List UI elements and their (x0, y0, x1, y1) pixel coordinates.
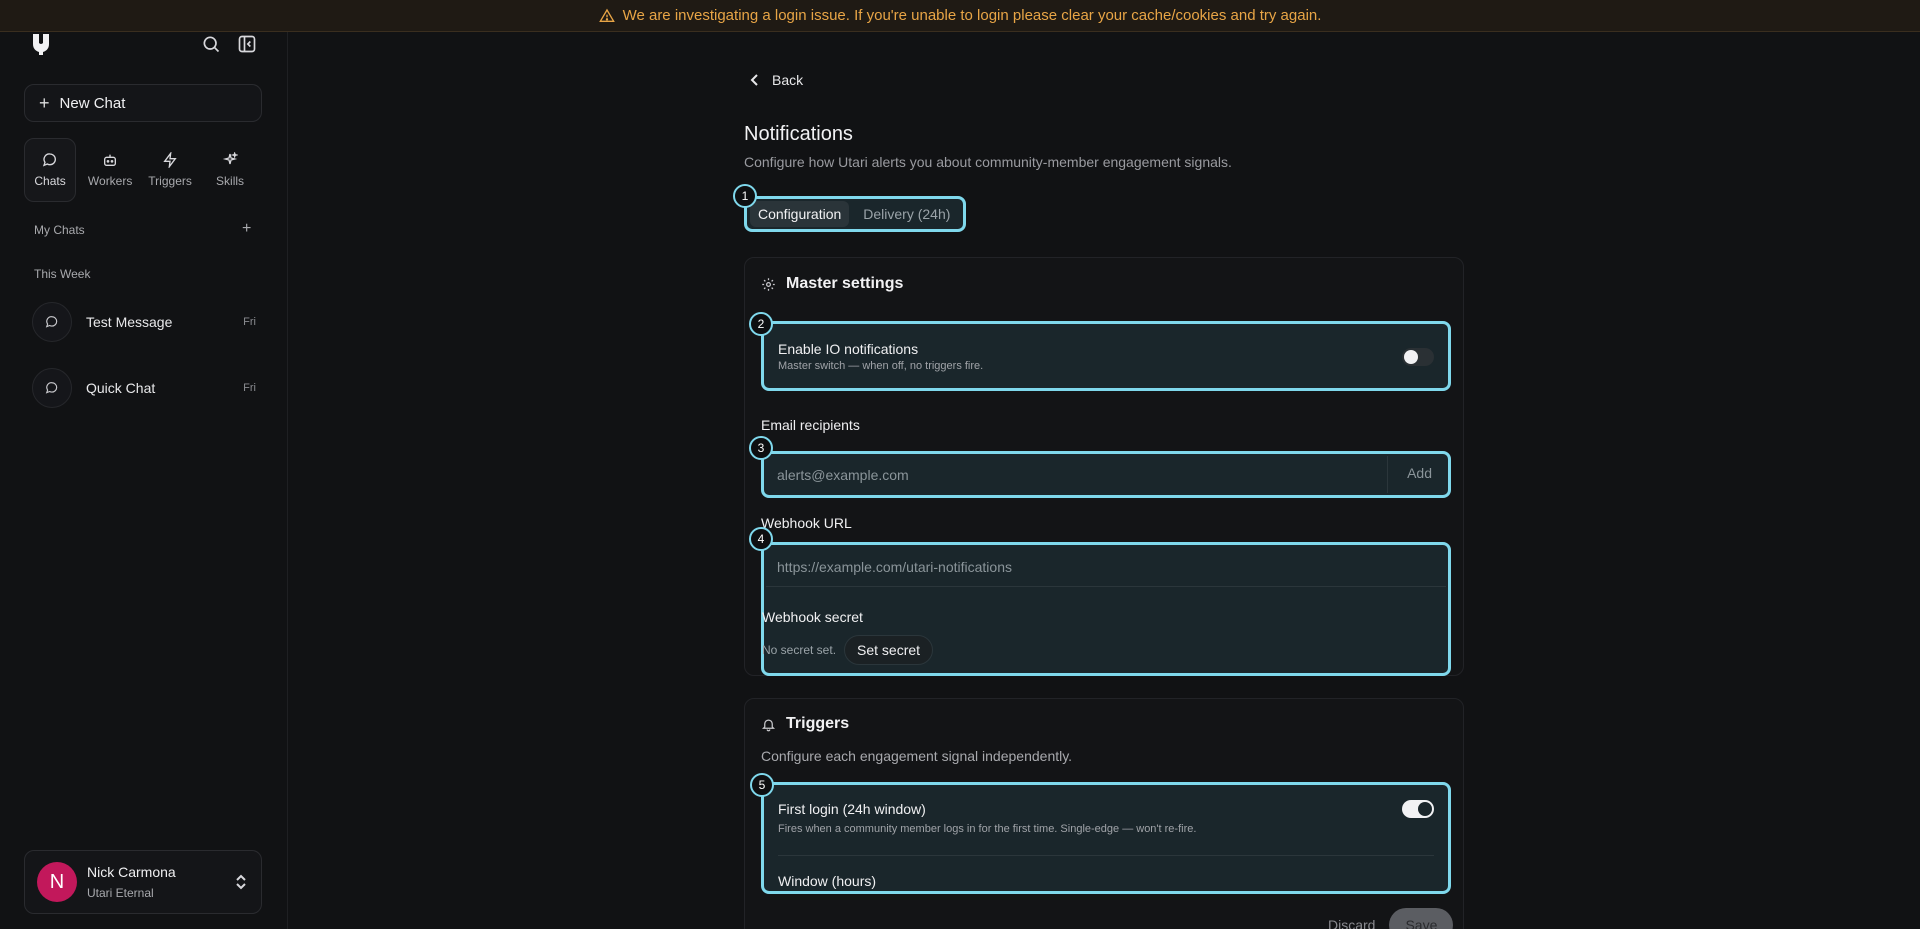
chat-title: Test Message (86, 314, 173, 330)
tab-bar: Configuration Delivery (24h) (744, 196, 966, 232)
new-chat-label: New Chat (59, 94, 126, 112)
new-chat-button[interactable]: + New Chat (24, 84, 262, 122)
annotation-badge: 2 (749, 312, 773, 336)
webhook-secret-status: No secret set. (762, 643, 837, 657)
nav-workers[interactable]: Workers (84, 138, 136, 202)
webhook-secret-label: Webhook secret (762, 609, 863, 625)
chat-list-item[interactable]: Test Message Fri (32, 300, 258, 344)
sidebar: + New Chat Chats Workers Triggers Skills… (0, 32, 288, 929)
gear-icon (762, 277, 775, 291)
chat-title: Quick Chat (86, 380, 156, 396)
warning-icon (598, 8, 615, 22)
chat-list-item[interactable]: Quick Chat Fri (32, 366, 258, 410)
divider (778, 855, 1434, 856)
chevron-left-icon (750, 74, 758, 86)
page-title: Notifications (744, 123, 853, 145)
page-subtitle: Configure how Utari alerts you about com… (744, 154, 1232, 170)
nav-triggers[interactable]: Triggers (144, 138, 196, 202)
nav-skills-label: Skills (216, 174, 245, 188)
triggers-card: Triggers Configure each engagement signa… (744, 698, 1464, 929)
add-email-button[interactable]: Add (1407, 465, 1432, 481)
annotation-badge: 1 (733, 184, 757, 208)
sparkles-icon (222, 152, 239, 165)
chat-time: Fri (243, 382, 256, 394)
back-label: Back (772, 72, 804, 88)
user-org: Utari Eternal (87, 886, 154, 900)
triggers-heading: Triggers (761, 715, 849, 733)
save-button[interactable]: Save (1389, 908, 1454, 929)
enable-notifications-title: Enable IO notifications (778, 341, 919, 357)
chat-time: Fri (243, 316, 256, 328)
user-menu-button[interactable]: N Nick Carmona Utari Eternal (24, 850, 262, 914)
master-settings-heading: Master settings (761, 275, 903, 293)
bell-icon (761, 719, 776, 731)
triggers-title: Triggers (786, 715, 850, 732)
first-login-toggle[interactable] (1402, 800, 1434, 818)
logo-icon[interactable] (30, 32, 52, 56)
webhook-settings-field: Webhook secret No secret set. Set secret (761, 542, 1451, 676)
chevron-up-down-icon (236, 874, 246, 890)
avatar: N (37, 862, 77, 902)
tab-configuration[interactable]: Configuration (750, 201, 850, 227)
tab-delivery[interactable]: Delivery (24h) (855, 201, 958, 227)
email-input[interactable] (766, 456, 1388, 493)
nav-chats-label: Chats (34, 174, 66, 188)
back-button[interactable]: Back (748, 72, 803, 88)
discard-button[interactable]: Discard (1328, 917, 1375, 929)
this-week-label: This Week (34, 267, 91, 281)
search-icon[interactable] (199, 32, 223, 56)
nav-skills[interactable]: Skills (204, 138, 256, 202)
collapse-sidebar-icon[interactable] (235, 32, 259, 56)
my-chats-label: My Chats (34, 223, 85, 237)
annotation-badge: 3 (749, 436, 773, 460)
chat-bubble-icon (32, 302, 72, 342)
main-content: Back Notifications Configure how Utari a… (288, 32, 1920, 929)
banner-text: We are investigating a login issue. If y… (622, 7, 1322, 24)
enable-notifications-row: Enable IO notifications Master switch — … (761, 321, 1451, 391)
webhook-url-input[interactable] (766, 547, 1446, 587)
robot-icon (104, 154, 117, 166)
announcement-banner: We are investigating a login issue. If y… (0, 0, 1920, 32)
first-login-desc: Fires when a community member logs in fo… (778, 823, 1197, 835)
chat-bubble-icon (32, 368, 72, 408)
master-settings-card: Master settings Enable IO notifications … (744, 257, 1464, 676)
triggers-subtitle: Configure each engagement signal indepen… (761, 748, 1073, 764)
nav-workers-label: Workers (87, 174, 133, 188)
annotation-badge: 4 (749, 527, 773, 551)
master-settings-title: Master settings (786, 275, 904, 292)
plus-icon: + (39, 93, 50, 113)
window-hours-label: Window (hours) (778, 873, 877, 889)
user-name: Nick Carmona (87, 864, 176, 880)
nav-chats[interactable]: Chats (24, 138, 77, 202)
add-chat-folder-button[interactable]: + (242, 220, 251, 238)
annotation-badge: 5 (750, 773, 774, 797)
email-recipients-label: Email recipients (761, 417, 860, 433)
form-actions: Discard Save (1328, 908, 1454, 929)
first-login-trigger: First login (24h window) Fires when a co… (761, 782, 1451, 894)
enable-notifications-desc: Master switch — when off, no triggers fi… (778, 360, 984, 372)
first-login-title: First login (24h window) (778, 801, 926, 817)
email-recipients-field: Add (761, 451, 1451, 498)
bolt-icon (163, 152, 177, 168)
nav-triggers-label: Triggers (148, 174, 192, 188)
enable-notifications-toggle[interactable] (1402, 348, 1434, 366)
webhook-url-label: Webhook URL (761, 515, 852, 531)
sidebar-nav: Chats Workers Triggers Skills (24, 138, 264, 202)
set-secret-button[interactable]: Set secret (844, 635, 934, 665)
chat-icon (42, 153, 56, 167)
